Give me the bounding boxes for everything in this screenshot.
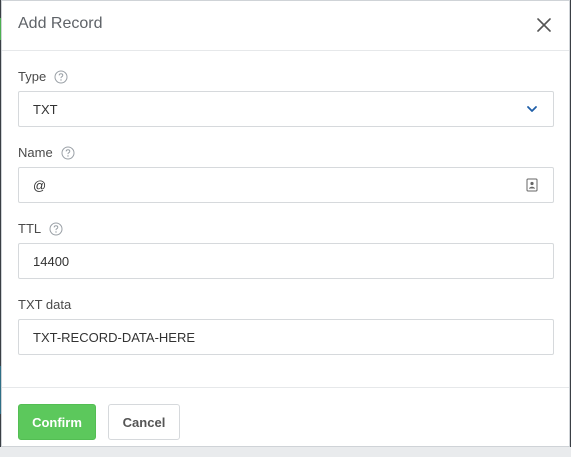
type-select[interactable]: TXT (18, 91, 554, 127)
ttl-input-value: 14400 (33, 253, 70, 269)
name-label-text: Name (18, 145, 53, 160)
ttl-field-label: TTL (18, 221, 63, 236)
name-field-label: Name (18, 145, 75, 160)
type-label-text: Type (18, 69, 47, 84)
close-icon (537, 18, 551, 32)
background-page-strip (0, 447, 571, 457)
confirm-button[interactable]: Confirm (18, 404, 96, 440)
name-help-icon[interactable] (61, 146, 75, 160)
ttl-label-text: TTL (18, 221, 42, 236)
chevron-down-icon (525, 102, 539, 116)
type-select-value: TXT (33, 101, 58, 117)
close-button[interactable] (533, 14, 555, 36)
name-input-value: @ (33, 177, 47, 193)
dialog-header: Add Record (2, 1, 569, 51)
type-field-label: Type (18, 69, 68, 84)
dialog-footer: Confirm Cancel (2, 387, 569, 447)
txt-data-input[interactable]: TXT-RECORD-DATA-HERE (18, 319, 554, 355)
add-record-dialog: Add Record Type TXT Name @ TTL 14400 TXT… (1, 0, 570, 447)
contact-card-icon[interactable] (525, 178, 539, 192)
type-help-icon[interactable] (54, 70, 68, 84)
cancel-button[interactable]: Cancel (108, 404, 180, 440)
txt-data-label-text: TXT data (18, 297, 72, 312)
txt-data-field-label: TXT data (18, 297, 71, 312)
ttl-help-icon[interactable] (49, 222, 63, 236)
txt-data-input-value: TXT-RECORD-DATA-HERE (33, 329, 196, 345)
name-input[interactable]: @ (18, 167, 554, 203)
dialog-title: Add Record (18, 15, 103, 32)
ttl-input[interactable]: 14400 (18, 243, 554, 279)
